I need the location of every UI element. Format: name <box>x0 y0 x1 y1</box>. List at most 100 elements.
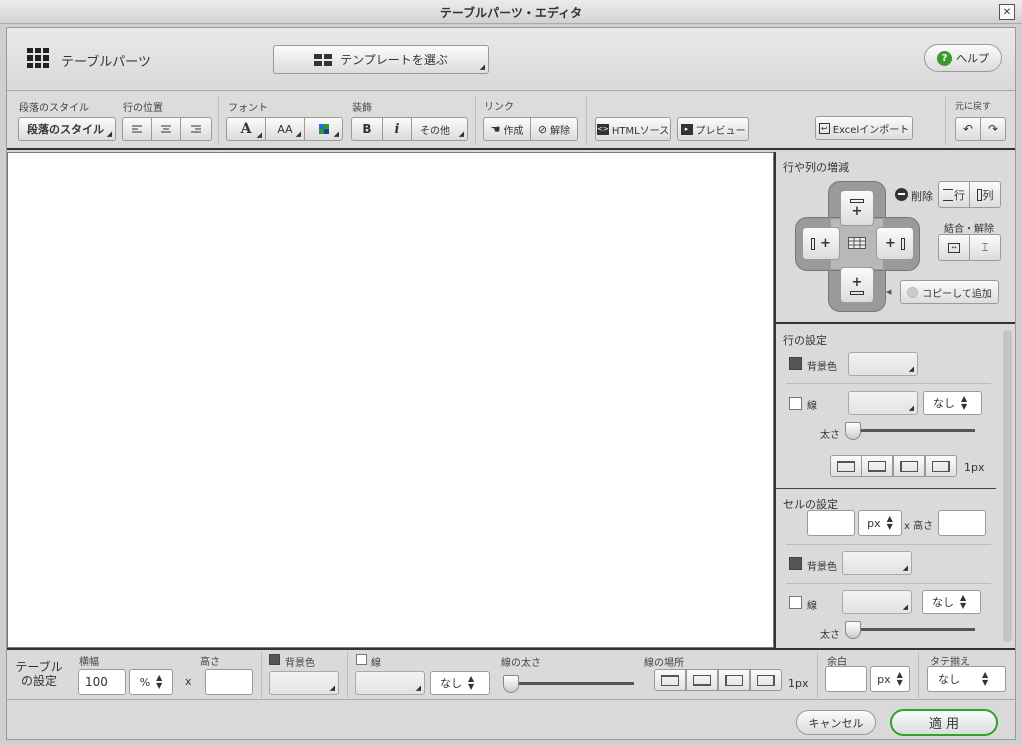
table-settings-title-line2: の設定 <box>20 674 57 688</box>
settings-bar-divider <box>817 652 818 698</box>
link-create-button[interactable]: ☚ 作成 <box>483 117 531 141</box>
cell-thickness-slider[interactable] <box>845 621 861 639</box>
settings-bar-divider <box>918 652 919 698</box>
cell-line-color-select[interactable]: ◢ <box>842 590 912 614</box>
row-border-left-button[interactable] <box>893 455 925 477</box>
italic-button[interactable]: i <box>382 117 412 141</box>
panel-divider <box>776 488 996 489</box>
align-right-button[interactable] <box>180 117 212 141</box>
delete-col-button[interactable]: 列 <box>969 181 1001 208</box>
table-editing-canvas[interactable] <box>7 152 774 648</box>
bold-button[interactable]: B <box>351 117 383 141</box>
template-select-button[interactable]: テンプレートを選ぶ ◢ <box>273 45 489 74</box>
cell-width-unit-select[interactable]: px ▲ ▼ <box>858 510 902 536</box>
column-icon <box>811 237 816 250</box>
dropdown-arrow-icon: ◢ <box>479 63 485 71</box>
delete-row-button[interactable]: 行 <box>938 181 970 208</box>
add-row-below-button[interactable]: + <box>840 267 874 303</box>
table-line-color-select[interactable]: ◢ <box>355 671 425 695</box>
apply-label: 適 用 <box>928 717 960 732</box>
row-border-all-button[interactable] <box>830 455 862 477</box>
side-panel-scrollbar[interactable] <box>1003 330 1012 642</box>
redo-button[interactable]: ↷ <box>980 117 1006 141</box>
plus-icon: + <box>851 203 863 219</box>
split-cells-button[interactable]: ⌶ <box>969 234 1001 261</box>
row-thickness-slider[interactable] <box>845 422 861 440</box>
help-button[interactable]: ? ヘルプ <box>924 44 1002 72</box>
html-source-button[interactable]: <> HTMLソース <box>595 117 671 141</box>
other-decoration-button[interactable]: その他 ◢ <box>411 117 468 141</box>
cell-line-checkbox[interactable] <box>789 596 802 609</box>
border-all-icon <box>661 674 679 686</box>
table-height-label: 高さ <box>200 657 220 668</box>
border-right-icon <box>757 674 775 686</box>
copy-add-label: コピーして追加 <box>922 288 992 300</box>
font-size-button[interactable]: AA ◢ <box>265 117 305 141</box>
cancel-label: キャンセル <box>808 716 864 730</box>
table-settings-title-line1: テーブル <box>15 660 63 674</box>
add-row-above-button[interactable]: + <box>840 190 874 226</box>
align-center-button[interactable] <box>151 117 181 141</box>
table-bg-color-select[interactable]: ◢ <box>269 671 339 695</box>
preview-icon: ▸ <box>680 123 693 135</box>
dropdown-arrow-icon: ◢ <box>458 130 464 138</box>
align-left-button[interactable] <box>122 117 152 141</box>
table-thickness-slider[interactable] <box>503 675 519 693</box>
row-line-checkbox[interactable] <box>789 397 802 410</box>
cell-line-style-select[interactable]: なし ▲ ▼ <box>922 590 981 614</box>
title-bar: テーブルパーツ・エディタ ✕ <box>0 0 1022 24</box>
table-margin-unit-select[interactable]: px ▲ ▼ <box>870 666 910 692</box>
row-thickness-track <box>848 429 975 432</box>
add-col-right-button[interactable]: + <box>876 227 914 260</box>
table-width-unit-select[interactable]: % ▲ ▼ <box>129 669 173 695</box>
paragraph-style-select[interactable]: 段落のスタイル ◢ <box>18 117 116 141</box>
text-color-button[interactable]: ◢ <box>304 117 343 141</box>
column-icon <box>900 237 905 250</box>
row-border-bottom-button[interactable] <box>861 455 893 477</box>
add-col-left-button[interactable]: + <box>802 227 840 260</box>
preview-label: プレビュー <box>695 125 746 137</box>
row-border-px-value: 1px <box>964 461 985 474</box>
table-width-input[interactable]: 100 <box>78 669 126 695</box>
cell-bg-color-select[interactable]: ◢ <box>842 551 912 575</box>
border-all-icon <box>837 460 855 472</box>
apply-button[interactable]: 適 用 <box>890 709 998 736</box>
table-border-all-button[interactable] <box>654 669 686 691</box>
table-border-bottom-button[interactable] <box>686 669 718 691</box>
row-bg-color-select[interactable]: ◢ <box>848 352 918 376</box>
close-icon[interactable]: ✕ <box>999 4 1015 20</box>
toolbar-divider <box>945 97 946 145</box>
excel-import-button[interactable]: ↩ Excelインポート <box>815 116 913 140</box>
cancel-button[interactable]: キャンセル <box>796 710 876 735</box>
table-valign-select[interactable]: なし ▲ ▼ <box>927 666 1006 692</box>
font-color-button[interactable]: A ◢ <box>226 117 266 141</box>
table-margin-input[interactable] <box>825 666 867 692</box>
table-line-checkbox[interactable] <box>356 654 367 665</box>
merge-cells-button[interactable]: ↔ <box>938 234 970 261</box>
table-height-input[interactable] <box>205 669 253 695</box>
settings-divider <box>786 383 991 384</box>
cell-height-input[interactable] <box>938 510 986 536</box>
help-icon: ? <box>937 50 952 66</box>
copy-add-button[interactable]: コピーして追加 <box>900 280 999 304</box>
cell-thickness-label: 太さ <box>820 630 840 641</box>
left-arrow-icon: ◀ <box>886 288 892 296</box>
align-center-icon <box>161 125 171 132</box>
row-line-color-select[interactable]: ◢ <box>848 391 918 415</box>
align-right-icon <box>191 125 201 132</box>
settings-bar-divider <box>347 652 348 698</box>
preview-button[interactable]: ▸ プレビュー <box>677 117 749 141</box>
row-line-style-select[interactable]: なし ▲ ▼ <box>923 391 982 415</box>
cell-width-input[interactable] <box>807 510 855 536</box>
link-remove-button[interactable]: ⊘ 解除 <box>530 117 578 141</box>
radio-icon <box>907 286 919 298</box>
row-col-section-title: 行や列の増減 <box>783 161 849 174</box>
table-border-left-button[interactable] <box>718 669 750 691</box>
help-label: ヘルプ <box>956 52 989 65</box>
row-icon <box>943 188 953 201</box>
row-border-right-button[interactable] <box>925 455 957 477</box>
undo-button[interactable]: ↶ <box>955 117 981 141</box>
table-border-right-button[interactable] <box>750 669 782 691</box>
table-line-style-select[interactable]: なし ▲ ▼ <box>430 671 490 695</box>
settings-bar-divider <box>261 652 262 698</box>
